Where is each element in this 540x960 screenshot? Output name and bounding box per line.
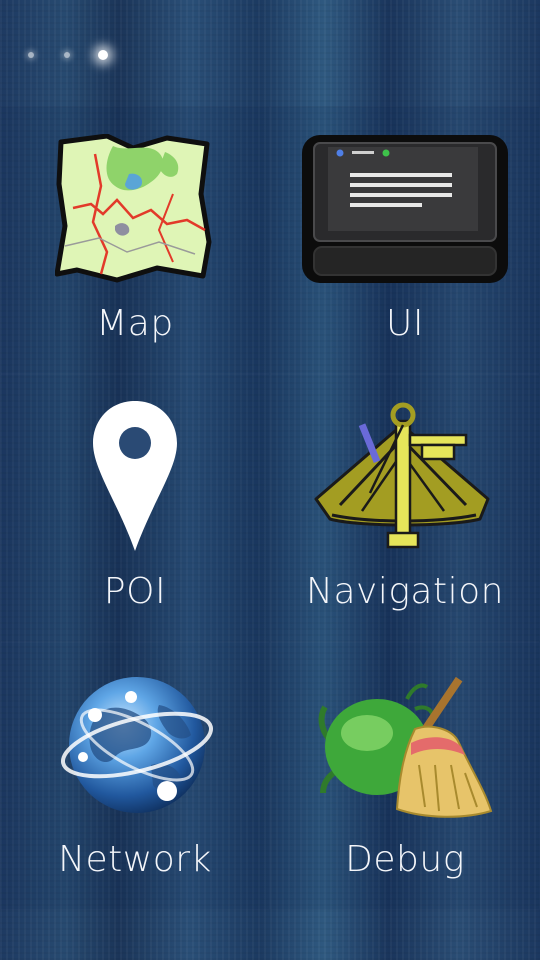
folded-map-icon (25, 129, 245, 289)
location-pin-icon (25, 397, 245, 557)
tile-poi[interactable]: POI (0, 374, 270, 642)
page-dot[interactable] (20, 44, 42, 66)
tile-label: Debug (345, 839, 465, 880)
page-dot-active[interactable] (92, 44, 114, 66)
screen-window-icon (295, 129, 515, 289)
bug-broom-icon (295, 665, 515, 825)
tile-network[interactable]: Network (0, 642, 270, 910)
tile-map[interactable]: Map (0, 106, 270, 374)
tile-label: POI (103, 571, 167, 612)
tile-label: Map (96, 303, 174, 344)
tile-debug[interactable]: Debug (270, 642, 540, 910)
page-dot[interactable] (56, 44, 78, 66)
sextant-icon (295, 397, 515, 557)
app-grid: Map UI POI Navigation Network Debug (0, 106, 540, 910)
tile-label: Network (58, 839, 212, 880)
page-indicator[interactable] (20, 40, 114, 70)
tile-navigation[interactable]: Navigation (270, 374, 540, 642)
home-screen: Map UI POI Navigation Network Debug (0, 0, 540, 960)
tile-label: Navigation (306, 571, 504, 612)
globe-network-icon (25, 665, 245, 825)
tile-label: UI (386, 303, 424, 344)
tile-ui[interactable]: UI (270, 106, 540, 374)
